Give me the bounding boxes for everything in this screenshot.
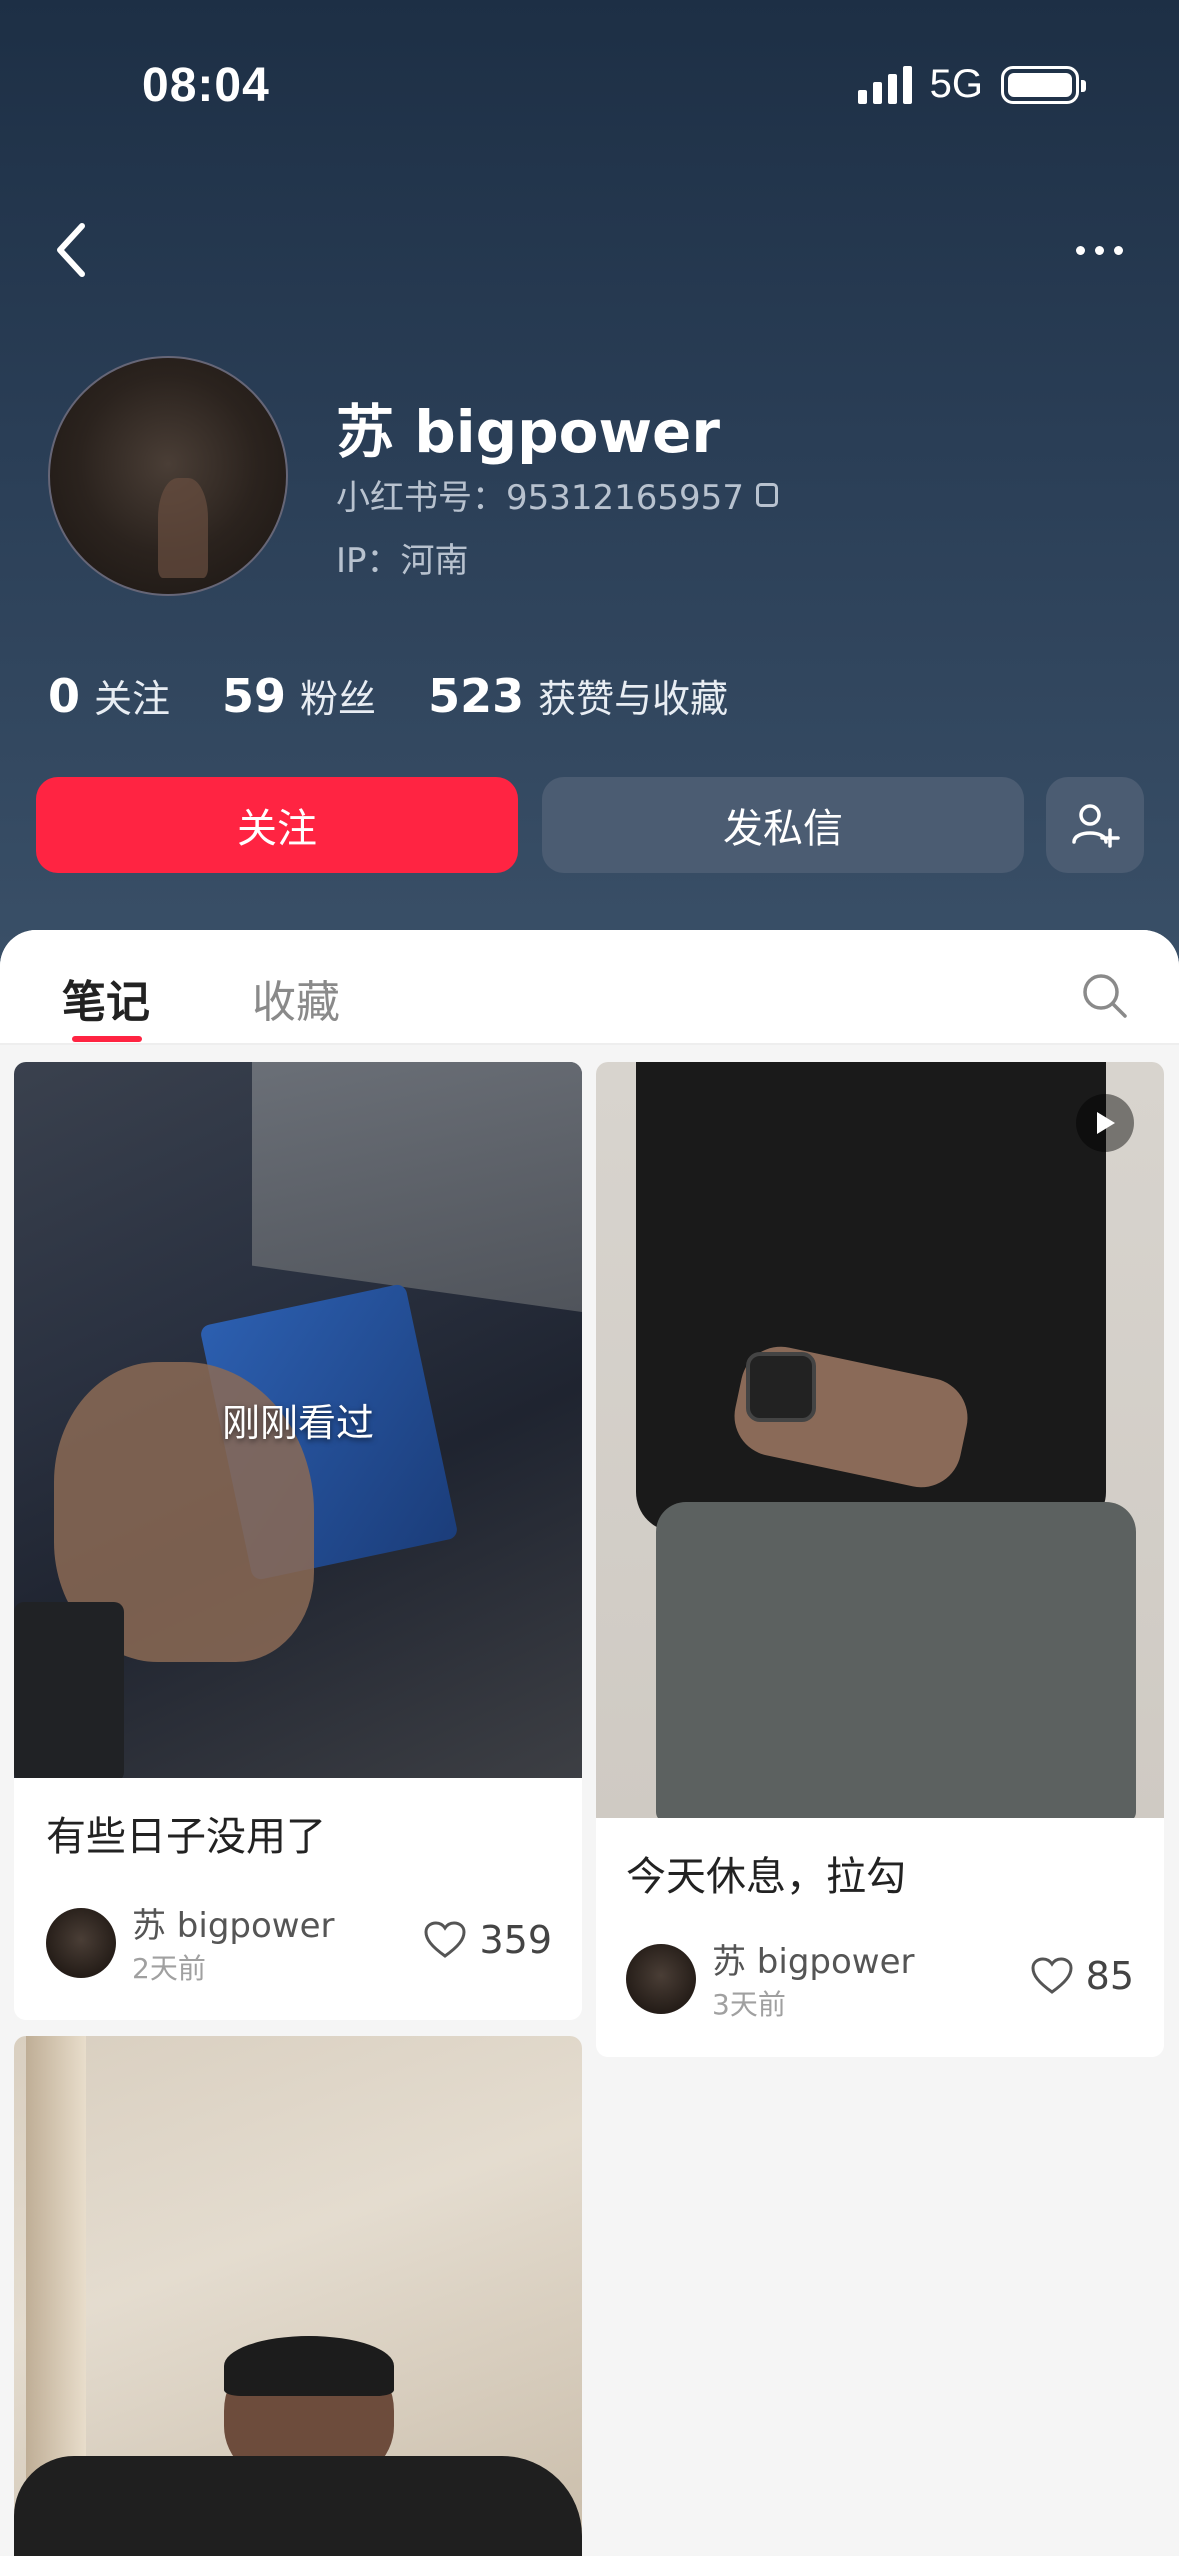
note-cover-image <box>596 1062 1164 1818</box>
play-icon <box>1097 1112 1115 1134</box>
note-card[interactable] <box>14 2036 582 2556</box>
back-button[interactable] <box>40 210 100 290</box>
signal-icon <box>857 65 912 104</box>
like-button[interactable]: 359 <box>423 1918 552 1962</box>
status-time: 08:04 <box>142 59 270 112</box>
follow-button[interactable]: 关注 <box>36 777 518 873</box>
note-title: 今天休息，拉勾 <box>626 1854 906 1900</box>
avatar <box>626 1943 696 2014</box>
post-time: 3天前 <box>712 1988 786 2021</box>
status-icons: 5G <box>857 62 1086 107</box>
red-id-row[interactable]: 小红书号：95312165957 <box>336 470 778 519</box>
like-count: 359 <box>479 1918 552 1962</box>
heart-icon <box>1031 1957 1073 1994</box>
note-title: 有些日子没用了 <box>46 1814 326 1860</box>
author-name: 苏 bigpower <box>712 1942 915 1982</box>
message-button[interactable]: 发私信 <box>542 777 1024 873</box>
note-card[interactable]: 刚刚看过 有些日子没用了 苏 bigpower 2天前 359 <box>14 1062 582 2020</box>
note-card[interactable]: 今天休息，拉勾 苏 bigpower 3天前 85 <box>596 1062 1164 2057</box>
note-cover-image <box>14 2036 582 2556</box>
add-user-icon <box>1072 804 1120 848</box>
active-tab-indicator <box>72 1036 142 1042</box>
tab-bar: 笔记 收藏 <box>0 930 1179 1045</box>
avatar <box>46 1907 116 1978</box>
heart-icon <box>424 1921 466 1958</box>
tab-notes[interactable]: 笔记 <box>62 966 150 1030</box>
copy-icon[interactable] <box>755 482 778 507</box>
profile-name: 苏 bigpower <box>336 398 720 466</box>
search-icon[interactable] <box>1079 970 1129 1020</box>
red-id: 小红书号：95312165957 <box>336 478 744 518</box>
notes-panel: 笔记 收藏 刚刚看过 有些日子没用了 苏 bigpower 2天前 359 今天… <box>0 930 1179 2556</box>
like-button[interactable]: 85 <box>1030 1954 1134 1998</box>
more-dots-icon <box>1075 245 1085 255</box>
note-author[interactable]: 苏 bigpower 3天前 <box>626 1934 915 2023</box>
author-name: 苏 bigpower <box>132 1906 335 1946</box>
more-button[interactable] <box>1059 220 1139 280</box>
like-count: 85 <box>1085 1954 1134 1998</box>
stat-likes-collects[interactable]: 523 获赞与收藏 <box>428 668 728 723</box>
ip-location: IP：河南 <box>336 541 469 581</box>
battery-icon <box>1001 65 1086 104</box>
stat-following[interactable]: 0 关注 <box>48 668 170 723</box>
add-friend-button[interactable] <box>1046 777 1144 873</box>
profile-stats: 0 关注 59 粉丝 523 获赞与收藏 <box>48 668 728 723</box>
video-badge <box>1076 1094 1134 1152</box>
recently-viewed-label: 刚刚看过 <box>221 1401 374 1445</box>
network-type: 5G <box>929 62 983 106</box>
tab-collections[interactable]: 收藏 <box>252 966 340 1030</box>
profile-header: 08:04 5G 苏 bigpower 小红书号：95312165957 IP：… <box>0 0 1179 980</box>
profile-avatar[interactable] <box>48 356 288 596</box>
chevron-left-icon <box>57 223 85 277</box>
note-cover-image: 刚刚看过 <box>14 1062 582 1778</box>
stat-followers[interactable]: 59 粉丝 <box>222 668 376 723</box>
post-time: 2天前 <box>132 1952 206 1985</box>
note-author[interactable]: 苏 bigpower 2天前 <box>46 1898 335 1987</box>
